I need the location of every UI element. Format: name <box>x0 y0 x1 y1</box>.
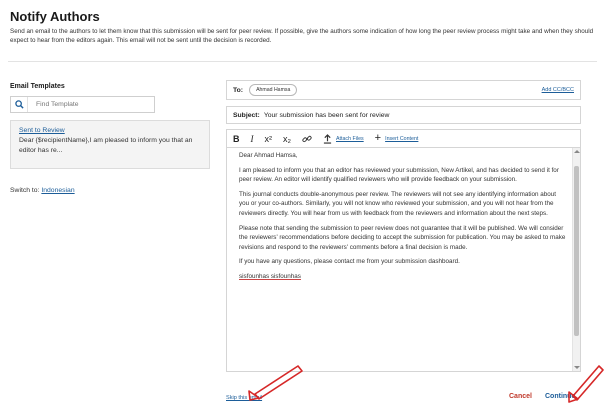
body-paragraph-1: I am pleased to inform you that an edito… <box>239 166 559 184</box>
superscript-button[interactable]: x² <box>265 134 273 144</box>
body-signature: sisfounhas sisfounhas <box>239 272 301 280</box>
attach-files-label: Attach Files <box>336 135 364 142</box>
body-paragraph-4: If you have any questions, please contac… <box>239 258 460 266</box>
upload-icon <box>323 133 332 144</box>
editor-toolbar: B I x² x₂ Attach Files + Insert Content <box>227 130 580 148</box>
subscript-button[interactable]: x₂ <box>283 134 291 144</box>
recipient-chip[interactable]: Ahmad Hamsa <box>249 84 298 96</box>
to-label: To: <box>233 86 244 94</box>
body-greeting: Dear Ahmad Hamsa, <box>239 152 298 159</box>
switch-label: Switch to: <box>10 187 40 194</box>
editor-scrollbar[interactable] <box>572 148 580 371</box>
page-title: Notify Authors <box>10 9 100 24</box>
page-description: Send an email to the authors to let them… <box>10 28 594 44</box>
scroll-down-arrow-icon[interactable] <box>574 366 580 369</box>
continue-button[interactable]: Continue <box>545 393 575 400</box>
template-item-sent-to-review[interactable]: Sent to Review Dear {$recipientName},I a… <box>10 120 210 169</box>
add-cc-bcc-link[interactable]: Add CC/BCC <box>542 87 574 93</box>
template-search[interactable] <box>10 96 155 113</box>
template-preview-text: Dear {$recipientName},I am pleased to in… <box>19 137 193 154</box>
email-body-editor[interactable]: B I x² x₂ Attach Files + Insert Content … <box>226 129 581 372</box>
search-icon[interactable] <box>11 97 28 112</box>
italic-button[interactable]: I <box>251 134 254 144</box>
link-icon[interactable] <box>302 134 312 144</box>
switch-language: Switch to: Indonesian <box>10 187 75 194</box>
editor-content[interactable]: Dear Ahmad Hamsa, I am pleased to inform… <box>227 148 580 371</box>
email-templates-heading: Email Templates <box>10 83 65 90</box>
scrollbar-thumb[interactable] <box>574 166 579 336</box>
header-divider <box>8 61 597 62</box>
plus-icon: + <box>374 132 382 144</box>
find-template-input[interactable] <box>28 101 148 108</box>
scroll-up-arrow-icon[interactable] <box>574 150 580 153</box>
subject-field[interactable]: Subject: Your submission has been sent f… <box>226 106 581 124</box>
attach-files-button[interactable]: Attach Files <box>323 133 364 144</box>
insert-content-button[interactable]: + Insert Content <box>375 133 419 144</box>
insert-content-label: Insert Content <box>385 135 419 142</box>
cancel-button[interactable]: Cancel <box>509 393 532 400</box>
subject-label: Subject: <box>233 111 260 119</box>
to-field[interactable]: To: Ahmad Hamsa Add CC/BCC <box>226 80 581 100</box>
body-paragraph-3: Please note that sending the submission … <box>239 224 566 251</box>
switch-language-link[interactable]: Indonesian <box>41 187 74 194</box>
subject-value[interactable]: Your submission has been sent for review <box>264 112 390 119</box>
body-paragraph-2: This journal conducts double-anonymous p… <box>239 190 556 217</box>
skip-email-link[interactable]: Skip this email <box>226 395 262 401</box>
bold-button[interactable]: B <box>233 134 240 144</box>
template-title-link[interactable]: Sent to Review <box>19 127 201 134</box>
